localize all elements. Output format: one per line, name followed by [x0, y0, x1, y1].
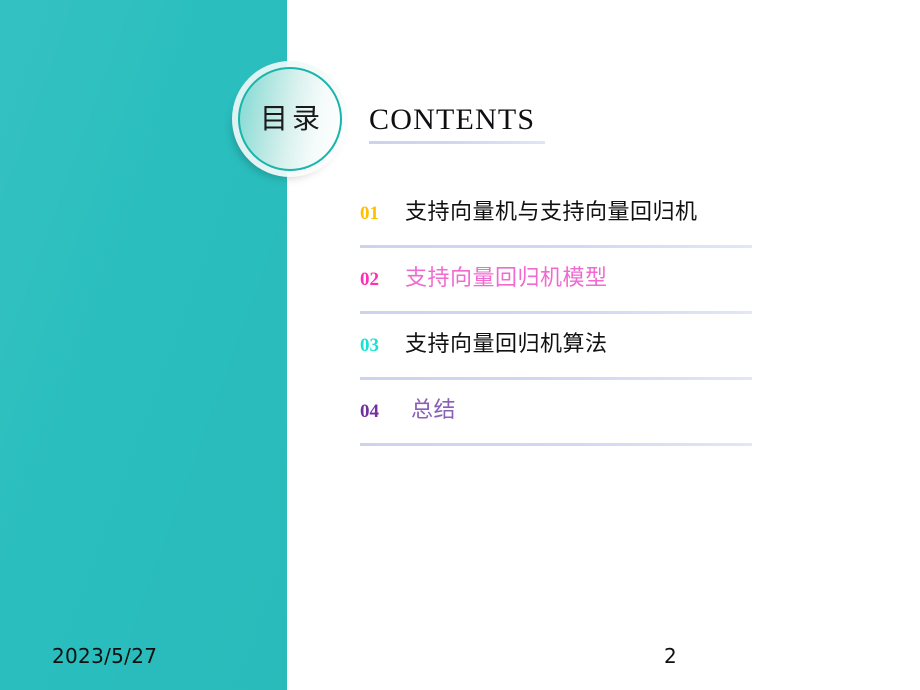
- toc-item-2[interactable]: 02 支持向量回归机模型: [360, 268, 752, 308]
- toc-number-2: 02: [360, 269, 379, 290]
- toc-number-4: 04: [360, 401, 379, 422]
- toc-item-3[interactable]: 03 支持向量回归机算法: [360, 334, 752, 374]
- toc-number-1: 01: [360, 203, 379, 224]
- footer-date: 2023/5/27: [52, 644, 158, 668]
- toc-label-3: 支持向量回归机算法: [405, 332, 608, 357]
- toc-separator-2: [360, 311, 752, 314]
- list-item[interactable]: 02 支持向量回归机模型: [360, 268, 752, 334]
- page-title: CONTENTS: [369, 103, 536, 136]
- contents-list: 01 支持向量机与支持向量回归机 02 支持向量回归机模型 03 支持向量回归机…: [360, 202, 752, 466]
- toc-label-4: 总结: [411, 398, 457, 423]
- slide-canvas: 目录 CONTENTS 01 支持向量机与支持向量回归机 02 支持向量回归机模…: [0, 0, 920, 690]
- badge-disc: 目录: [238, 67, 342, 171]
- toc-separator-3: [360, 377, 752, 380]
- section-badge: 目录: [229, 59, 351, 181]
- toc-item-4[interactable]: 04 总结: [360, 400, 752, 440]
- footer-page-number: 2: [664, 644, 677, 668]
- toc-separator-4: [360, 443, 752, 446]
- contents-heading: CONTENTS: [369, 105, 669, 144]
- list-item[interactable]: 01 支持向量机与支持向量回归机: [360, 202, 752, 268]
- badge-label: 目录: [259, 102, 324, 135]
- toc-separator-1: [360, 245, 752, 248]
- toc-number-3: 03: [360, 335, 379, 356]
- list-item[interactable]: 04 总结: [360, 400, 752, 466]
- toc-item-1[interactable]: 01 支持向量机与支持向量回归机: [360, 202, 752, 242]
- title-underline: [369, 141, 545, 144]
- toc-label-2: 支持向量回归机模型: [405, 266, 608, 291]
- list-item[interactable]: 03 支持向量回归机算法: [360, 334, 752, 400]
- toc-label-1: 支持向量机与支持向量回归机: [405, 200, 698, 225]
